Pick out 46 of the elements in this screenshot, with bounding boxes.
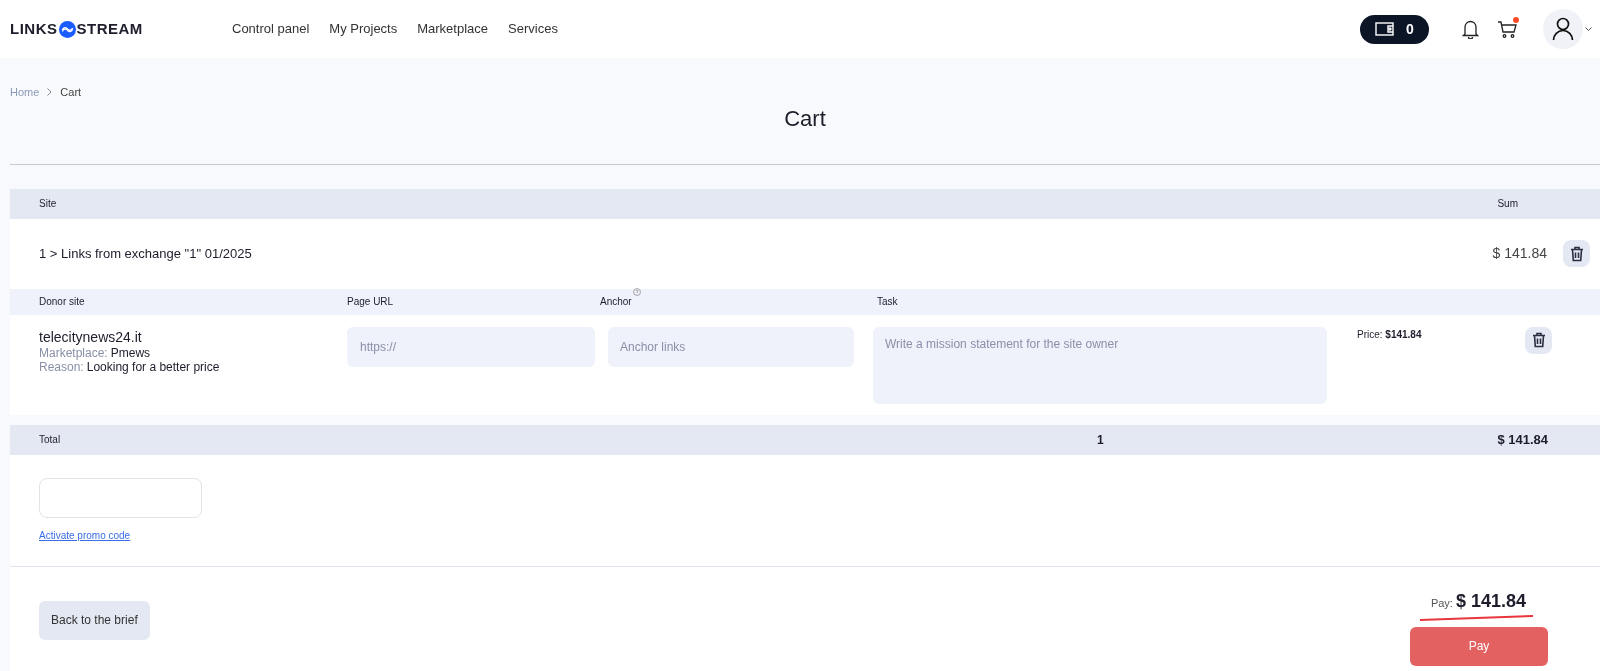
- nav-link[interactable]: Services: [508, 19, 558, 39]
- nav-link[interactable]: My Projects: [329, 19, 398, 39]
- column-header: Sum: [1497, 197, 1518, 211]
- activate-promo-link[interactable]: Activate promo code: [39, 529, 131, 541]
- reason-value: Looking for a better price: [86, 359, 220, 374]
- column-header: Anchor: [600, 295, 632, 309]
- avatar-button[interactable]: [1543, 9, 1583, 49]
- page-url-field[interactable]: https://: [347, 326, 595, 367]
- logo-text: STREAM: [76, 18, 143, 39]
- reason-label: Reason:: [39, 359, 84, 374]
- bell-icon[interactable]: [1462, 19, 1479, 39]
- task-field[interactable]: Write a mission statement for the site owner: [873, 326, 1327, 404]
- trash-icon: [1569, 245, 1584, 262]
- promo-code-field[interactable]: [39, 477, 202, 518]
- delete-button[interactable]: [1525, 326, 1552, 354]
- total-sum: $ 141.84: [1497, 430, 1548, 449]
- trash-icon: [1531, 332, 1546, 348]
- cart-icon[interactable]: [1497, 19, 1517, 39]
- total-count: 1: [1097, 431, 1104, 449]
- group-name: 1 > Links from exchange "1" 01/2025: [39, 244, 252, 263]
- chevron-right-icon: [47, 88, 53, 97]
- wallet-button[interactable]: 0: [1360, 14, 1429, 44]
- nav-link[interactable]: Marketplace: [417, 19, 489, 39]
- chevron-down-icon[interactable]: [1585, 26, 1592, 32]
- user-icon: [1552, 17, 1574, 41]
- anchor-field[interactable]: Anchor links: [608, 326, 854, 367]
- column-header: Site: [39, 197, 57, 211]
- column-header: Task: [877, 295, 898, 309]
- column-header: Page URL: [347, 295, 395, 309]
- total-label: Total: [39, 433, 62, 447]
- logo-icon: [58, 20, 76, 38]
- back-button[interactable]: Back to the brief: [39, 600, 150, 640]
- marketplace-value: Pmews: [110, 345, 151, 360]
- logo-text: LINKS: [10, 18, 58, 39]
- marketplace-label: Marketplace:: [39, 345, 108, 360]
- delete-button[interactable]: [1563, 240, 1590, 267]
- page-title: Cart: [783, 105, 827, 132]
- group-sum: $ 141.84: [1492, 244, 1547, 263]
- item-price: Price: $141.84: [1357, 327, 1423, 342]
- pay-label: Pay:: [1430, 596, 1453, 611]
- breadcrumb-current: Cart: [60, 85, 82, 100]
- column-header: Donor site: [38, 295, 86, 309]
- pay-amount: $ 141.84: [1455, 589, 1526, 613]
- nav-link[interactable]: Control panel: [232, 19, 310, 39]
- wallet-icon: [1375, 22, 1395, 36]
- donor-site: telecitynews24.it: [39, 328, 143, 346]
